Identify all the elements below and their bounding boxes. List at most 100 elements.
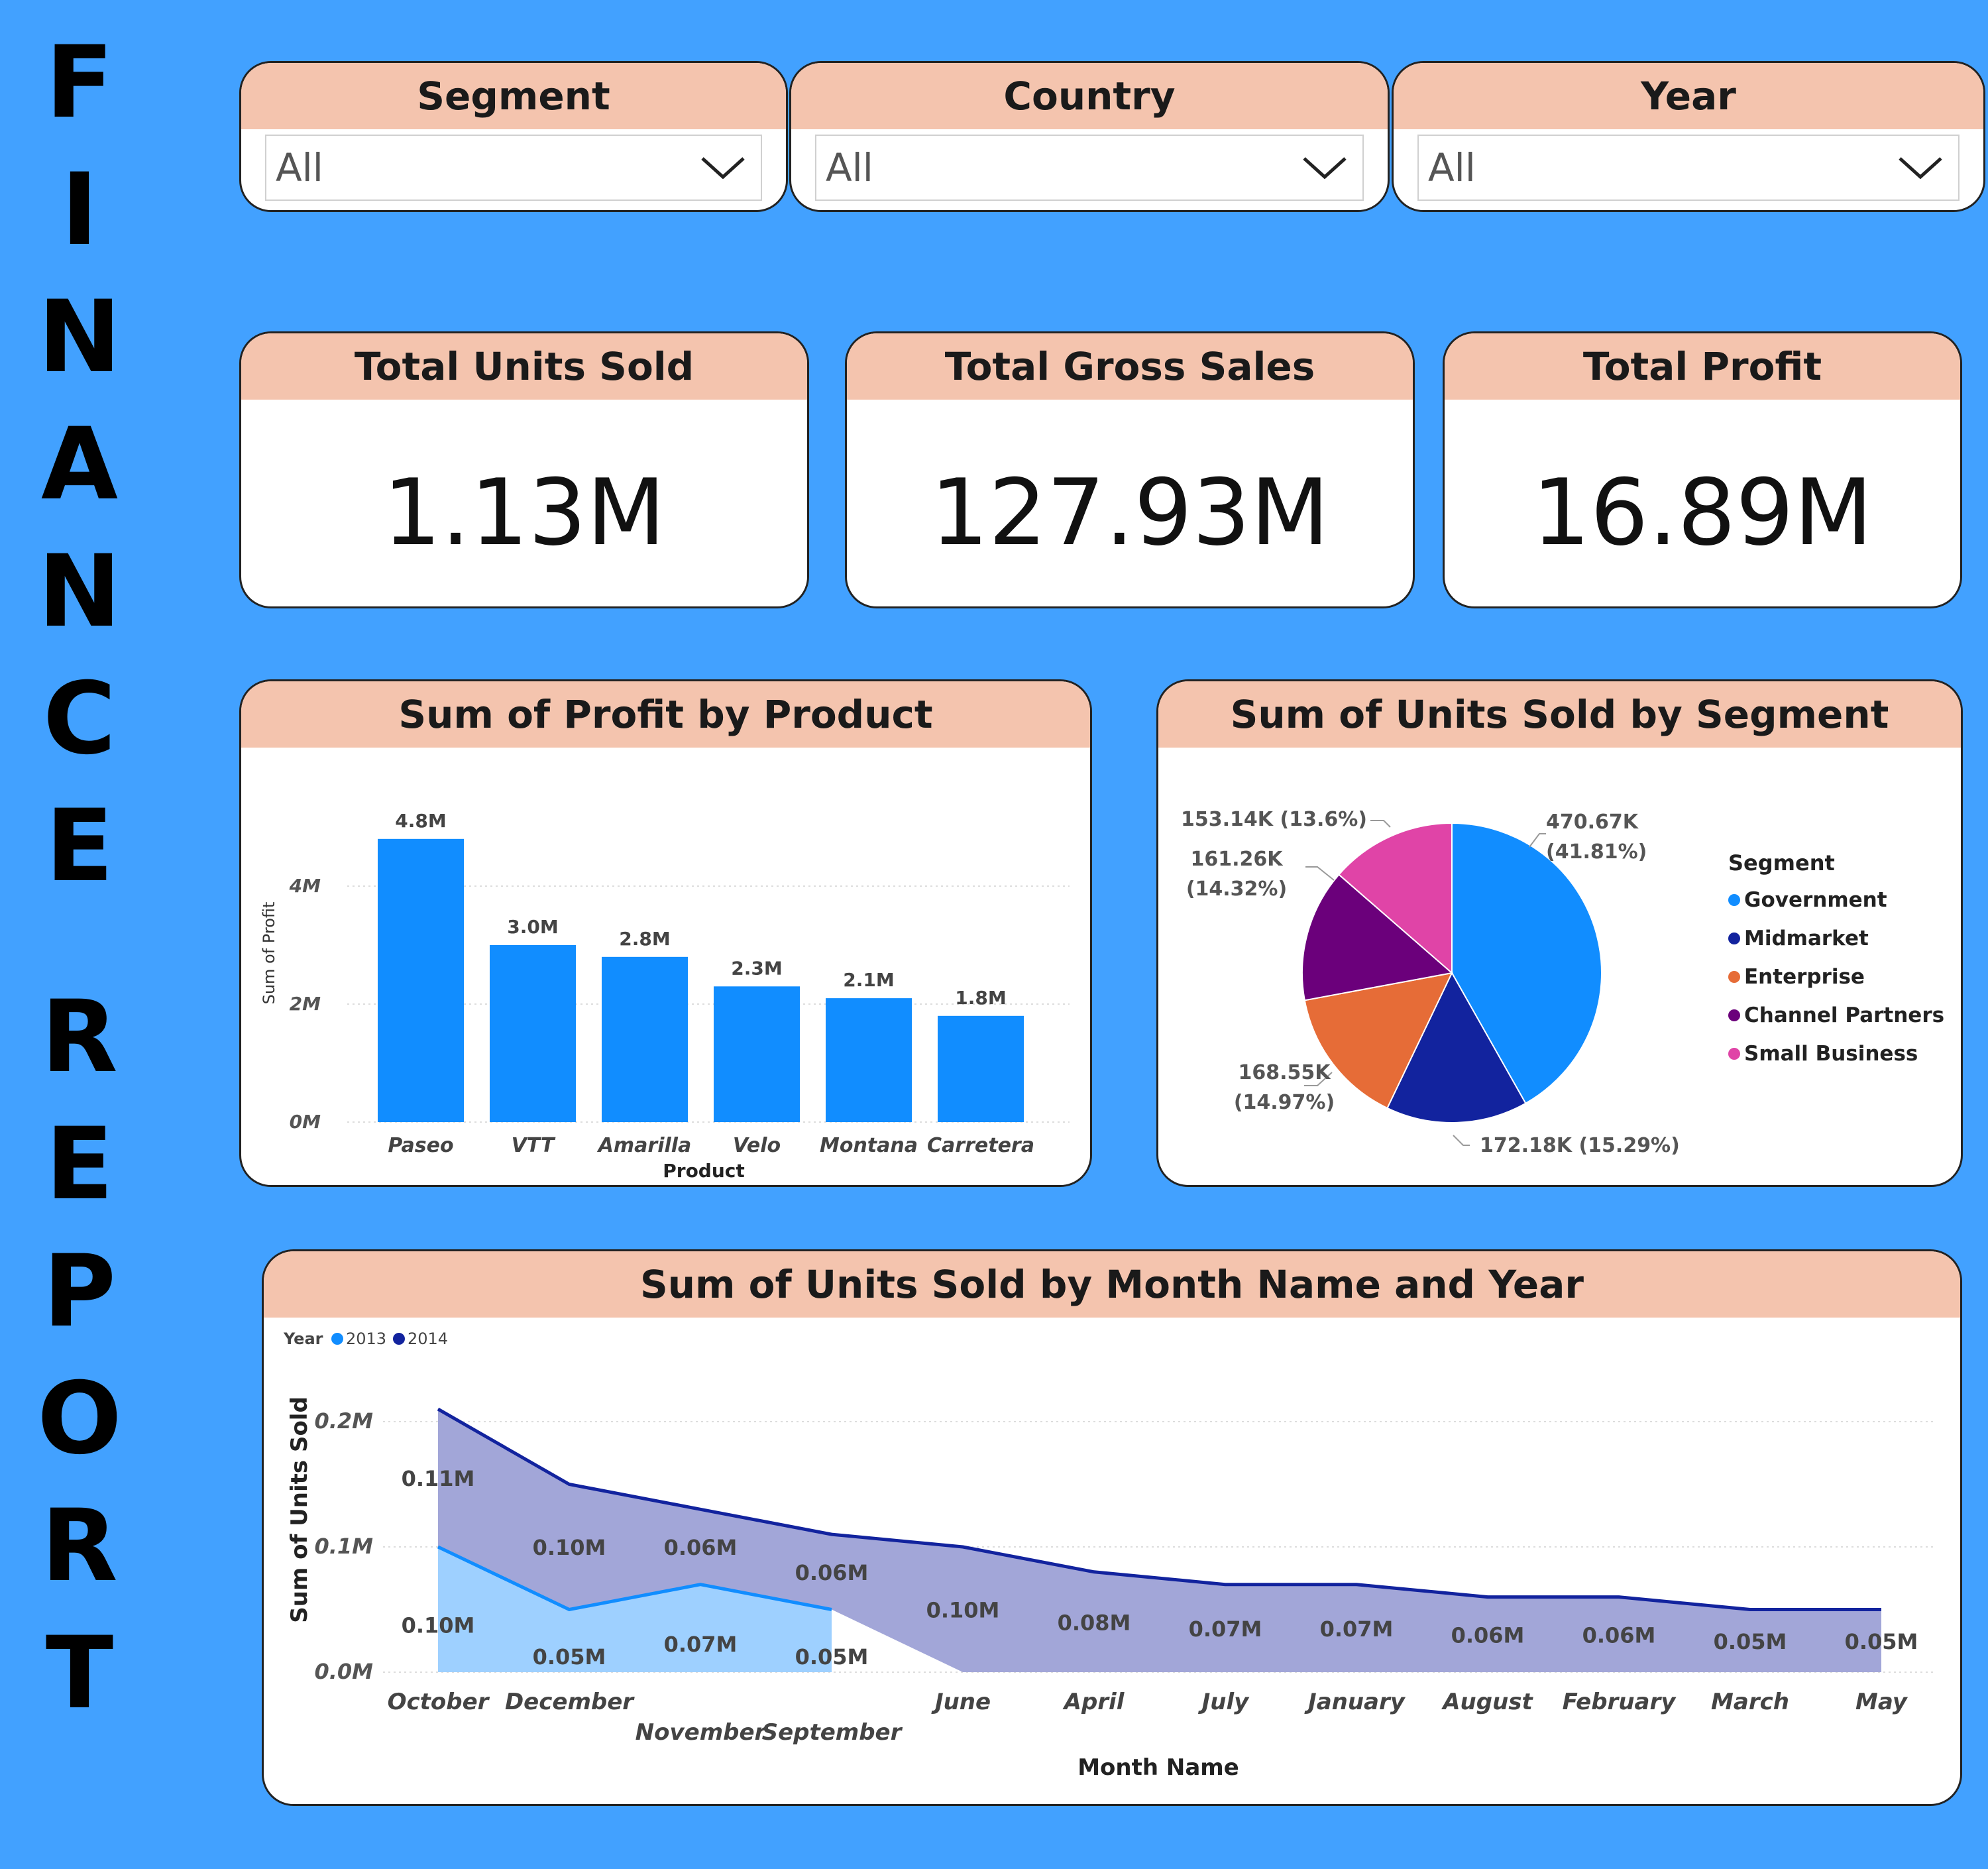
report-title-letter: P (43, 1234, 116, 1349)
country-dropdown[interactable]: All (815, 135, 1364, 201)
y-axis-title: Sum of Units Sold (286, 1396, 313, 1623)
year-dropdown[interactable]: All (1417, 135, 1960, 201)
data-label: 0.05M (795, 1644, 869, 1670)
y-tick-label: 0.0M (314, 1659, 373, 1684)
chart-title: Sum of Units Sold by Segment (1158, 681, 1961, 748)
area-chart-plot: Year 2013 2014 0.10M 0.05M 0.07M 0.05M 0.11M… (283, 1330, 1934, 1781)
data-label: (41.81%) (1546, 840, 1647, 864)
legend-title: Year (283, 1330, 323, 1348)
bar[interactable] (714, 986, 800, 1122)
data-label: 3.0M (507, 916, 558, 938)
x-tick-label: October (388, 1689, 490, 1715)
x-tick-label: November (635, 1719, 767, 1746)
legend-label[interactable]: Small Business (1744, 1042, 1918, 1066)
profit-by-product-chart: Sum of Profit by Product 4.8M 3.0M 2.8M 2.3… (239, 679, 1092, 1187)
x-tick-label: April (1062, 1689, 1125, 1715)
kpi-label: Total Profit (1445, 333, 1960, 400)
data-label: 0.05M (533, 1644, 606, 1670)
report-title-letter: N (38, 280, 121, 395)
data-label: 0.07M (1189, 1616, 1262, 1642)
year-slicer-label: Year (1394, 63, 1983, 129)
x-tick-label: Paseo (388, 1134, 453, 1157)
kpi-label: Total Units Sold (241, 333, 807, 400)
y-tick-label: 4M (289, 875, 321, 897)
chart-title: Sum of Units Sold by Month Name and Year (264, 1251, 1960, 1318)
x-tick-label: Amarilla (597, 1134, 692, 1157)
x-tick-label: March (1711, 1689, 1789, 1715)
legend-title: Segment (1728, 850, 1835, 876)
data-label: 0.10M (402, 1613, 475, 1638)
kpi-card-units-sold: Total Units Sold 1.13M (239, 331, 809, 608)
data-label: 0.06M (664, 1535, 738, 1560)
kpi-card-gross-sales: Total Gross Sales 127.93M (845, 331, 1415, 608)
data-label: 0.06M (795, 1560, 869, 1585)
segment-slicer-label: Segment (241, 63, 786, 129)
country-dropdown-value: All (826, 145, 873, 190)
legend-marker (1728, 933, 1740, 944)
report-title-letter: F (45, 25, 114, 141)
x-axis-title: Month Name (1077, 1754, 1239, 1781)
report-title-letter: O (37, 1361, 122, 1477)
country-slicer-label: Country (791, 63, 1388, 129)
chevron-down-icon[interactable] (1301, 154, 1348, 181)
bar[interactable] (602, 956, 688, 1122)
bar-chart-plot: 4.8M 3.0M 2.8M 2.3M 2.1M 1.8M 0M 2M 4M Paseo VTT… (260, 810, 1070, 1182)
data-label: 0.07M (1320, 1616, 1394, 1642)
x-tick-label: July (1198, 1689, 1250, 1715)
report-title-letter: A (40, 407, 119, 522)
legend: Year 2013 2014 (283, 1330, 448, 1348)
data-label: (14.32%) (1186, 878, 1287, 901)
x-tick-label: December (505, 1689, 635, 1715)
data-label: 0.07M (664, 1632, 738, 1657)
chart-title: Sum of Profit by Product (241, 681, 1090, 748)
kpi-value: 127.93M (930, 459, 1329, 566)
data-label: 0.10M (926, 1598, 1000, 1623)
y-tick-label: 0.2M (314, 1408, 373, 1434)
legend-label-2013: 2013 (346, 1330, 386, 1348)
bar[interactable] (826, 998, 912, 1122)
data-label: 0.06M (1451, 1622, 1525, 1648)
units-by-segment-chart: Sum of Units Sold by Segment 470.67K (41.… (1156, 679, 1963, 1187)
segment-dropdown[interactable]: All (265, 135, 762, 201)
legend-label[interactable]: Midmarket (1744, 927, 1869, 950)
kpi-label: Total Gross Sales (847, 333, 1413, 400)
x-tick-label: June (931, 1689, 991, 1715)
y-tick-label: 0M (290, 1111, 321, 1133)
data-label: 470.67K (1546, 811, 1639, 834)
report-title-letter: E (45, 1107, 114, 1222)
x-tick-label: August (1441, 1689, 1533, 1715)
x-tick-label: Montana (820, 1134, 918, 1157)
x-tick-label: May (1855, 1689, 1908, 1715)
data-label: 2.1M (843, 969, 894, 991)
legend-label[interactable]: Enterprise (1744, 965, 1865, 989)
data-label: 0.06M (1582, 1622, 1656, 1648)
y-tick-label: 2M (290, 993, 321, 1015)
x-tick-label: January (1304, 1689, 1406, 1715)
legend-marker-2014 (393, 1333, 405, 1345)
data-label: 0.05M (1845, 1629, 1918, 1654)
bar[interactable] (490, 945, 576, 1122)
data-label: 153.14K (13.6%) (1181, 808, 1367, 831)
x-tick-label: September (762, 1719, 903, 1746)
report-title-letter: R (41, 980, 118, 1095)
report-title-letter: N (38, 534, 121, 650)
bar[interactable] (938, 1015, 1024, 1122)
chevron-down-icon[interactable] (700, 154, 746, 181)
data-label: 0.08M (1058, 1610, 1131, 1635)
country-slicer: Country All (789, 61, 1390, 212)
x-tick-label: Velo (733, 1134, 781, 1157)
pie-chart-plot: 470.67K (41.81%) 172.18K (15.29%) 168.55K (1… (1181, 808, 1944, 1157)
data-label: 2.8M (619, 928, 670, 950)
legend-marker (1728, 971, 1740, 983)
legend-label[interactable]: Channel Partners (1744, 1003, 1944, 1027)
bar[interactable] (378, 838, 464, 1122)
data-label: 168.55K (1238, 1061, 1331, 1084)
x-tick-label: Carretera (927, 1134, 1034, 1157)
data-label: 0.10M (533, 1535, 606, 1560)
report-title-letter: C (42, 661, 117, 777)
legend-label[interactable]: Government (1744, 888, 1887, 912)
y-tick-label: 0.1M (314, 1534, 373, 1559)
chevron-down-icon[interactable] (1897, 154, 1944, 181)
x-axis-title: Product (663, 1160, 745, 1182)
legend-marker (1728, 1048, 1740, 1060)
